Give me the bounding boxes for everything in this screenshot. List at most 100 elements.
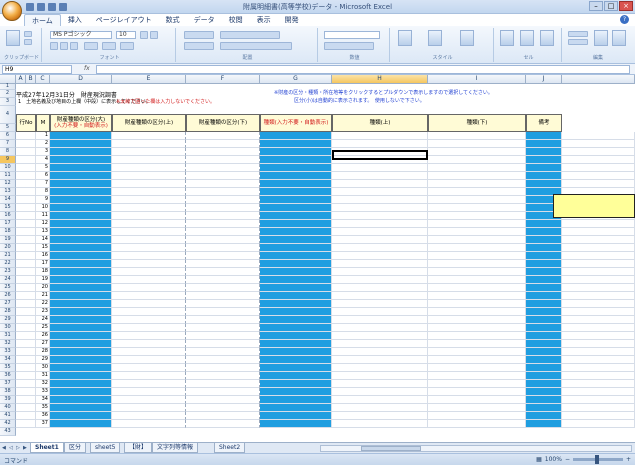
table-cell[interactable] [112, 164, 186, 172]
table-cell[interactable] [50, 380, 112, 388]
row-number-cell[interactable]: 33 [36, 388, 50, 396]
table-cell[interactable] [16, 212, 36, 220]
table-cell[interactable] [260, 388, 332, 396]
table-cell[interactable] [260, 244, 332, 252]
table-cell[interactable] [526, 148, 562, 156]
table-cell[interactable] [428, 372, 526, 380]
paste-icon[interactable] [6, 30, 20, 46]
table-cell[interactable] [562, 244, 635, 252]
table-cell[interactable] [186, 204, 260, 212]
table-cell[interactable] [428, 236, 526, 244]
format-cells-icon[interactable] [540, 30, 554, 46]
table-cell[interactable] [526, 156, 562, 164]
worksheet-grid[interactable]: 平成27年12月31日分 財産現況調書 1 土地名義及び地目の上欄（中段）に表示… [16, 84, 635, 442]
row-header[interactable]: 15 [0, 204, 16, 212]
row-header[interactable]: 16 [0, 212, 16, 220]
table-cell[interactable] [428, 172, 526, 180]
table-cell[interactable] [50, 412, 112, 420]
table-cell[interactable] [50, 324, 112, 332]
italic-icon[interactable] [60, 42, 68, 50]
table-cell[interactable] [332, 372, 428, 380]
table-cell[interactable] [16, 228, 36, 236]
table-cell[interactable] [428, 284, 526, 292]
tab-review[interactable]: 校閲 [222, 14, 250, 26]
sheet-tab-sheet5[interactable]: sheet5 [90, 443, 121, 453]
row-number-cell[interactable]: 26 [36, 332, 50, 340]
table-cell[interactable] [428, 132, 526, 140]
table-cell[interactable] [526, 380, 562, 388]
table-cell[interactable] [428, 380, 526, 388]
table-cell[interactable] [260, 132, 332, 140]
row-header[interactable]: 32 [0, 340, 16, 348]
table-cell[interactable] [16, 156, 36, 164]
table-cell[interactable] [186, 316, 260, 324]
table-cell[interactable] [562, 236, 635, 244]
row-header[interactable]: 41 [0, 412, 16, 420]
table-cell[interactable] [186, 300, 260, 308]
cut-icon[interactable] [24, 31, 32, 37]
table-cell[interactable] [16, 388, 36, 396]
row-number-cell[interactable]: 10 [36, 204, 50, 212]
table-cell[interactable] [332, 404, 428, 412]
row-header[interactable]: 14 [0, 196, 16, 204]
table-cell[interactable] [112, 420, 186, 428]
table-cell[interactable] [16, 308, 36, 316]
table-cell[interactable] [526, 276, 562, 284]
table-cell[interactable] [260, 308, 332, 316]
table-cell[interactable] [112, 332, 186, 340]
table-cell[interactable] [526, 284, 562, 292]
row-header[interactable]: 27 [0, 300, 16, 308]
table-cell[interactable] [16, 300, 36, 308]
table-cell[interactable] [260, 420, 332, 428]
table-cell[interactable] [16, 204, 36, 212]
table-cell[interactable] [526, 140, 562, 148]
table-cell[interactable] [186, 156, 260, 164]
zoom-in-icon[interactable]: + [626, 456, 631, 463]
table-cell[interactable] [112, 404, 186, 412]
table-cell[interactable] [186, 188, 260, 196]
table-cell[interactable] [50, 212, 112, 220]
table-cell[interactable] [112, 388, 186, 396]
table-cell[interactable] [16, 356, 36, 364]
table-cell[interactable] [562, 228, 635, 236]
table-cell[interactable] [526, 268, 562, 276]
row-number-cell[interactable]: 24 [36, 316, 50, 324]
table-cell[interactable] [260, 236, 332, 244]
office-button[interactable] [2, 1, 22, 21]
zoom-out-icon[interactable]: − [565, 456, 570, 463]
table-cell[interactable] [50, 364, 112, 372]
table-cell[interactable] [50, 268, 112, 276]
table-cell[interactable] [112, 300, 186, 308]
row-number-cell[interactable]: 25 [36, 324, 50, 332]
table-cell[interactable] [332, 292, 428, 300]
table-cell[interactable] [112, 284, 186, 292]
row-header[interactable]: 12 [0, 180, 16, 188]
table-cell[interactable] [260, 412, 332, 420]
table-cell[interactable] [186, 244, 260, 252]
row-number-cell[interactable]: 17 [36, 260, 50, 268]
column-header-j[interactable]: J [526, 75, 562, 84]
table-cell[interactable] [112, 340, 186, 348]
table-cell[interactable] [112, 364, 186, 372]
table-cell[interactable] [562, 156, 635, 164]
table-cell[interactable] [112, 316, 186, 324]
row-number-cell[interactable]: 12 [36, 220, 50, 228]
table-cell[interactable] [428, 252, 526, 260]
row-header[interactable]: 37 [0, 380, 16, 388]
sheet-tab-sheet2[interactable]: Sheet2 [214, 443, 246, 453]
table-cell[interactable] [260, 292, 332, 300]
table-cell[interactable] [332, 324, 428, 332]
table-cell[interactable] [428, 364, 526, 372]
table-cell[interactable] [260, 188, 332, 196]
table-cell[interactable] [332, 316, 428, 324]
row-header[interactable]: 43 [0, 428, 16, 436]
table-cell[interactable] [16, 276, 36, 284]
table-cell[interactable] [50, 388, 112, 396]
table-cell[interactable] [526, 180, 562, 188]
table-cell[interactable] [112, 324, 186, 332]
table-cell[interactable] [112, 196, 186, 204]
row-header[interactable]: 21 [0, 252, 16, 260]
table-cell[interactable] [186, 420, 260, 428]
row-header[interactable]: 6 [0, 132, 16, 140]
vertical-align-icon[interactable] [184, 31, 214, 39]
